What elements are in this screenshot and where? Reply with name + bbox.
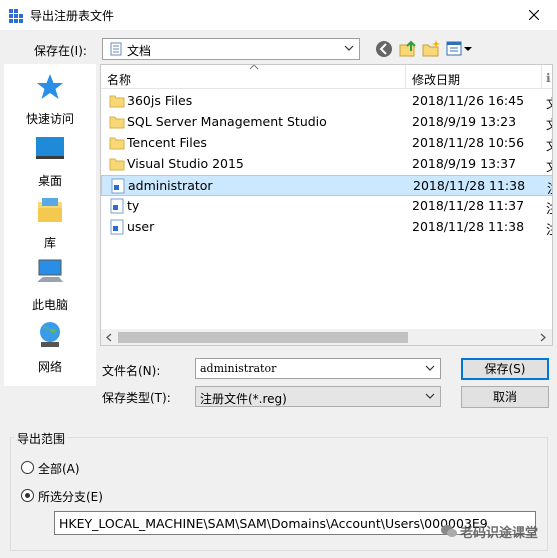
scroll-left-icon[interactable] <box>105 333 113 342</box>
close-button[interactable] <box>511 0 557 30</box>
radio-selected-dot <box>25 493 30 498</box>
folder-icon <box>109 95 125 108</box>
up-folder-icon[interactable] <box>398 39 418 59</box>
filetype-dropdown[interactable]: 注册文件(*.reg) <box>195 386 441 407</box>
list-item[interactable]: SQL Server Management Studio 2018/9/19 1… <box>101 112 552 133</box>
list-item[interactable]: 360js Files 2018/11/26 16:45 文 <box>101 91 552 112</box>
horizontal-scrollbar[interactable] <box>101 329 552 345</box>
title-bar: 导出注册表文件 <box>0 0 557 30</box>
place-this-pc[interactable]: 此电脑 <box>4 258 96 318</box>
file-list[interactable]: 名称 修改日期 ℹ 360js Files 2018/11/26 16:45 文… <box>100 64 553 346</box>
computer-icon <box>37 259 63 282</box>
new-folder-icon[interactable] <box>421 39 441 59</box>
branch-path-value: HKEY_LOCAL_MACHINE\SAM\SAM\Domains\Accou… <box>59 516 488 531</box>
places-bar: 快速访问 桌面 库 此电脑 网络 <box>4 64 96 386</box>
folder-icon <box>109 137 125 150</box>
documents-icon <box>110 42 122 56</box>
filetype-label: 保存类型(T): <box>102 391 171 405</box>
export-range-title: 导出范围 <box>14 430 69 447</box>
place-label: 此电脑 <box>31 298 68 312</box>
reg-file-icon <box>111 178 125 194</box>
place-label: 桌面 <box>37 174 62 188</box>
scroll-right-icon[interactable] <box>539 333 547 342</box>
watermark-text: 老码识途课堂 <box>460 526 539 541</box>
place-label: 库 <box>43 236 56 250</box>
filename-label: 文件名(N): <box>102 364 161 378</box>
star-icon <box>37 74 63 99</box>
list-item[interactable]: user 2018/11/28 11:38 注 <box>101 217 552 238</box>
header-name[interactable]: 名称 <box>107 71 131 88</box>
chevron-down-icon[interactable] <box>425 364 435 372</box>
library-icon <box>38 198 62 222</box>
sort-ascending-icon <box>249 65 259 70</box>
radio-branch[interactable] <box>21 489 34 502</box>
folder-icon <box>109 158 125 171</box>
header-date[interactable]: 修改日期 <box>412 71 460 88</box>
filename-value: administrator <box>200 362 277 375</box>
regedit-icon <box>9 9 23 23</box>
list-item[interactable]: ty 2018/11/28 11:37 注 <box>101 196 552 217</box>
radio-all[interactable] <box>21 461 34 474</box>
savein-label: 保存在(I): <box>34 44 87 58</box>
place-label: 快速访问 <box>25 112 74 126</box>
desktop-icon <box>36 137 64 159</box>
radio-all-label[interactable]: 全部(A) <box>38 460 80 477</box>
place-desktop[interactable]: 桌面 <box>4 134 96 194</box>
list-header: 名称 修改日期 ℹ <box>101 65 552 89</box>
close-icon <box>529 10 539 20</box>
filename-input[interactable]: administrator <box>195 358 441 379</box>
wechat-watermark-icon <box>441 525 457 537</box>
place-network[interactable]: 网络 <box>4 320 96 380</box>
export-registry-dialog: 导出注册表文件 保存在(I): 文档 快速访问 桌面 库 此电脑 网络 名称 修… <box>0 0 557 558</box>
savein-value: 文档 <box>127 44 152 58</box>
place-library[interactable]: 库 <box>4 196 96 256</box>
reg-file-icon <box>110 198 124 214</box>
window-title: 导出注册表文件 <box>30 9 115 23</box>
place-quick-access[interactable]: 快速访问 <box>4 72 96 132</box>
network-icon <box>40 322 60 347</box>
list-item[interactable]: Visual Studio 2015 2018/9/19 13:37 文 <box>101 154 552 175</box>
chevron-down-icon <box>344 45 354 51</box>
save-button[interactable]: 保存(S) <box>461 358 549 380</box>
chevron-down-icon <box>425 393 435 399</box>
reg-file-icon <box>110 219 124 235</box>
radio-branch-label[interactable]: 所选分支(E) <box>38 488 103 505</box>
scrollbar-thumb[interactable] <box>118 332 408 343</box>
filetype-value: 注册文件(*.reg) <box>200 392 287 406</box>
back-icon[interactable] <box>374 39 394 59</box>
cancel-button[interactable]: 取消 <box>461 386 549 408</box>
place-label: 网络 <box>37 360 62 374</box>
view-menu-icon[interactable] <box>445 39 473 59</box>
folder-icon <box>109 116 125 129</box>
savein-dropdown[interactable]: 文档 <box>102 38 360 60</box>
list-item[interactable]: Tencent Files 2018/11/28 10:56 文 <box>101 133 552 154</box>
list-item-selected[interactable]: administrator 2018/11/28 11:38 注 <box>101 175 552 196</box>
